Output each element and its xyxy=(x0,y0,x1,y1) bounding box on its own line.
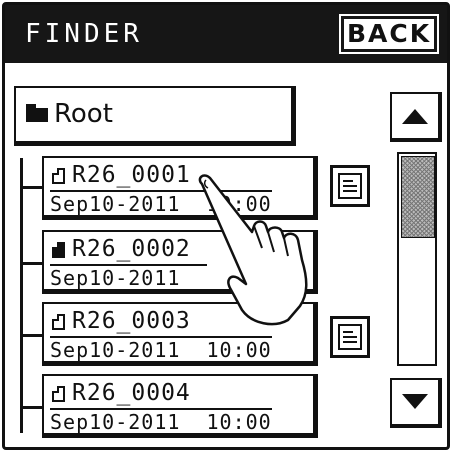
file-time-text: 10:00 xyxy=(206,410,272,434)
scrollbar-thumb[interactable] xyxy=(401,156,435,238)
tree-line xyxy=(20,158,23,433)
root-folder-label: Root xyxy=(54,99,113,129)
file-date-text: Sep10-2011 xyxy=(50,266,181,290)
file-date-text: Sep10-2011 xyxy=(50,192,181,216)
file-icon xyxy=(52,168,65,184)
file-date: Sep10-2011 10:00 xyxy=(50,408,272,434)
file-item[interactable]: R26_0004 Sep10-2011 10:00 xyxy=(42,374,318,438)
file-time-text: 10:00 xyxy=(206,338,272,362)
file-name: R26_0004 xyxy=(72,380,191,406)
locked-file-icon xyxy=(52,242,65,258)
triangle-up-icon xyxy=(402,109,428,124)
tree-branch xyxy=(20,334,42,337)
tree-branch xyxy=(20,406,42,409)
finder-screen: FINDER BACK Root R26_0001 Sep10-2011 10:… xyxy=(0,0,456,456)
folder-icon xyxy=(26,104,48,122)
back-button[interactable]: BACK xyxy=(339,14,439,54)
scrollbar-track[interactable] xyxy=(397,152,437,366)
file-date: Sep10-2011 10:00 xyxy=(50,336,272,362)
title-bar: FINDER BACK xyxy=(5,5,447,63)
scroll-down-button[interactable] xyxy=(390,378,442,428)
file-name: R26_0002 xyxy=(72,236,191,262)
file-date: Sep10-2011 xyxy=(50,264,207,290)
screen-title: FINDER xyxy=(25,19,143,49)
tree-branch xyxy=(20,186,42,189)
pointing-hand-icon xyxy=(198,174,308,326)
triangle-down-icon xyxy=(402,394,428,409)
file-name: R26_0001 xyxy=(72,162,191,188)
root-folder-button[interactable]: Root xyxy=(14,86,296,146)
tree-branch xyxy=(20,262,42,265)
file-icon xyxy=(52,314,65,330)
file-date-text: Sep10-2011 xyxy=(50,410,181,434)
file-name: R26_0003 xyxy=(72,308,191,334)
file-icon xyxy=(52,386,65,402)
file-date-text: Sep10-2011 xyxy=(50,338,181,362)
scroll-up-button[interactable] xyxy=(390,92,442,142)
